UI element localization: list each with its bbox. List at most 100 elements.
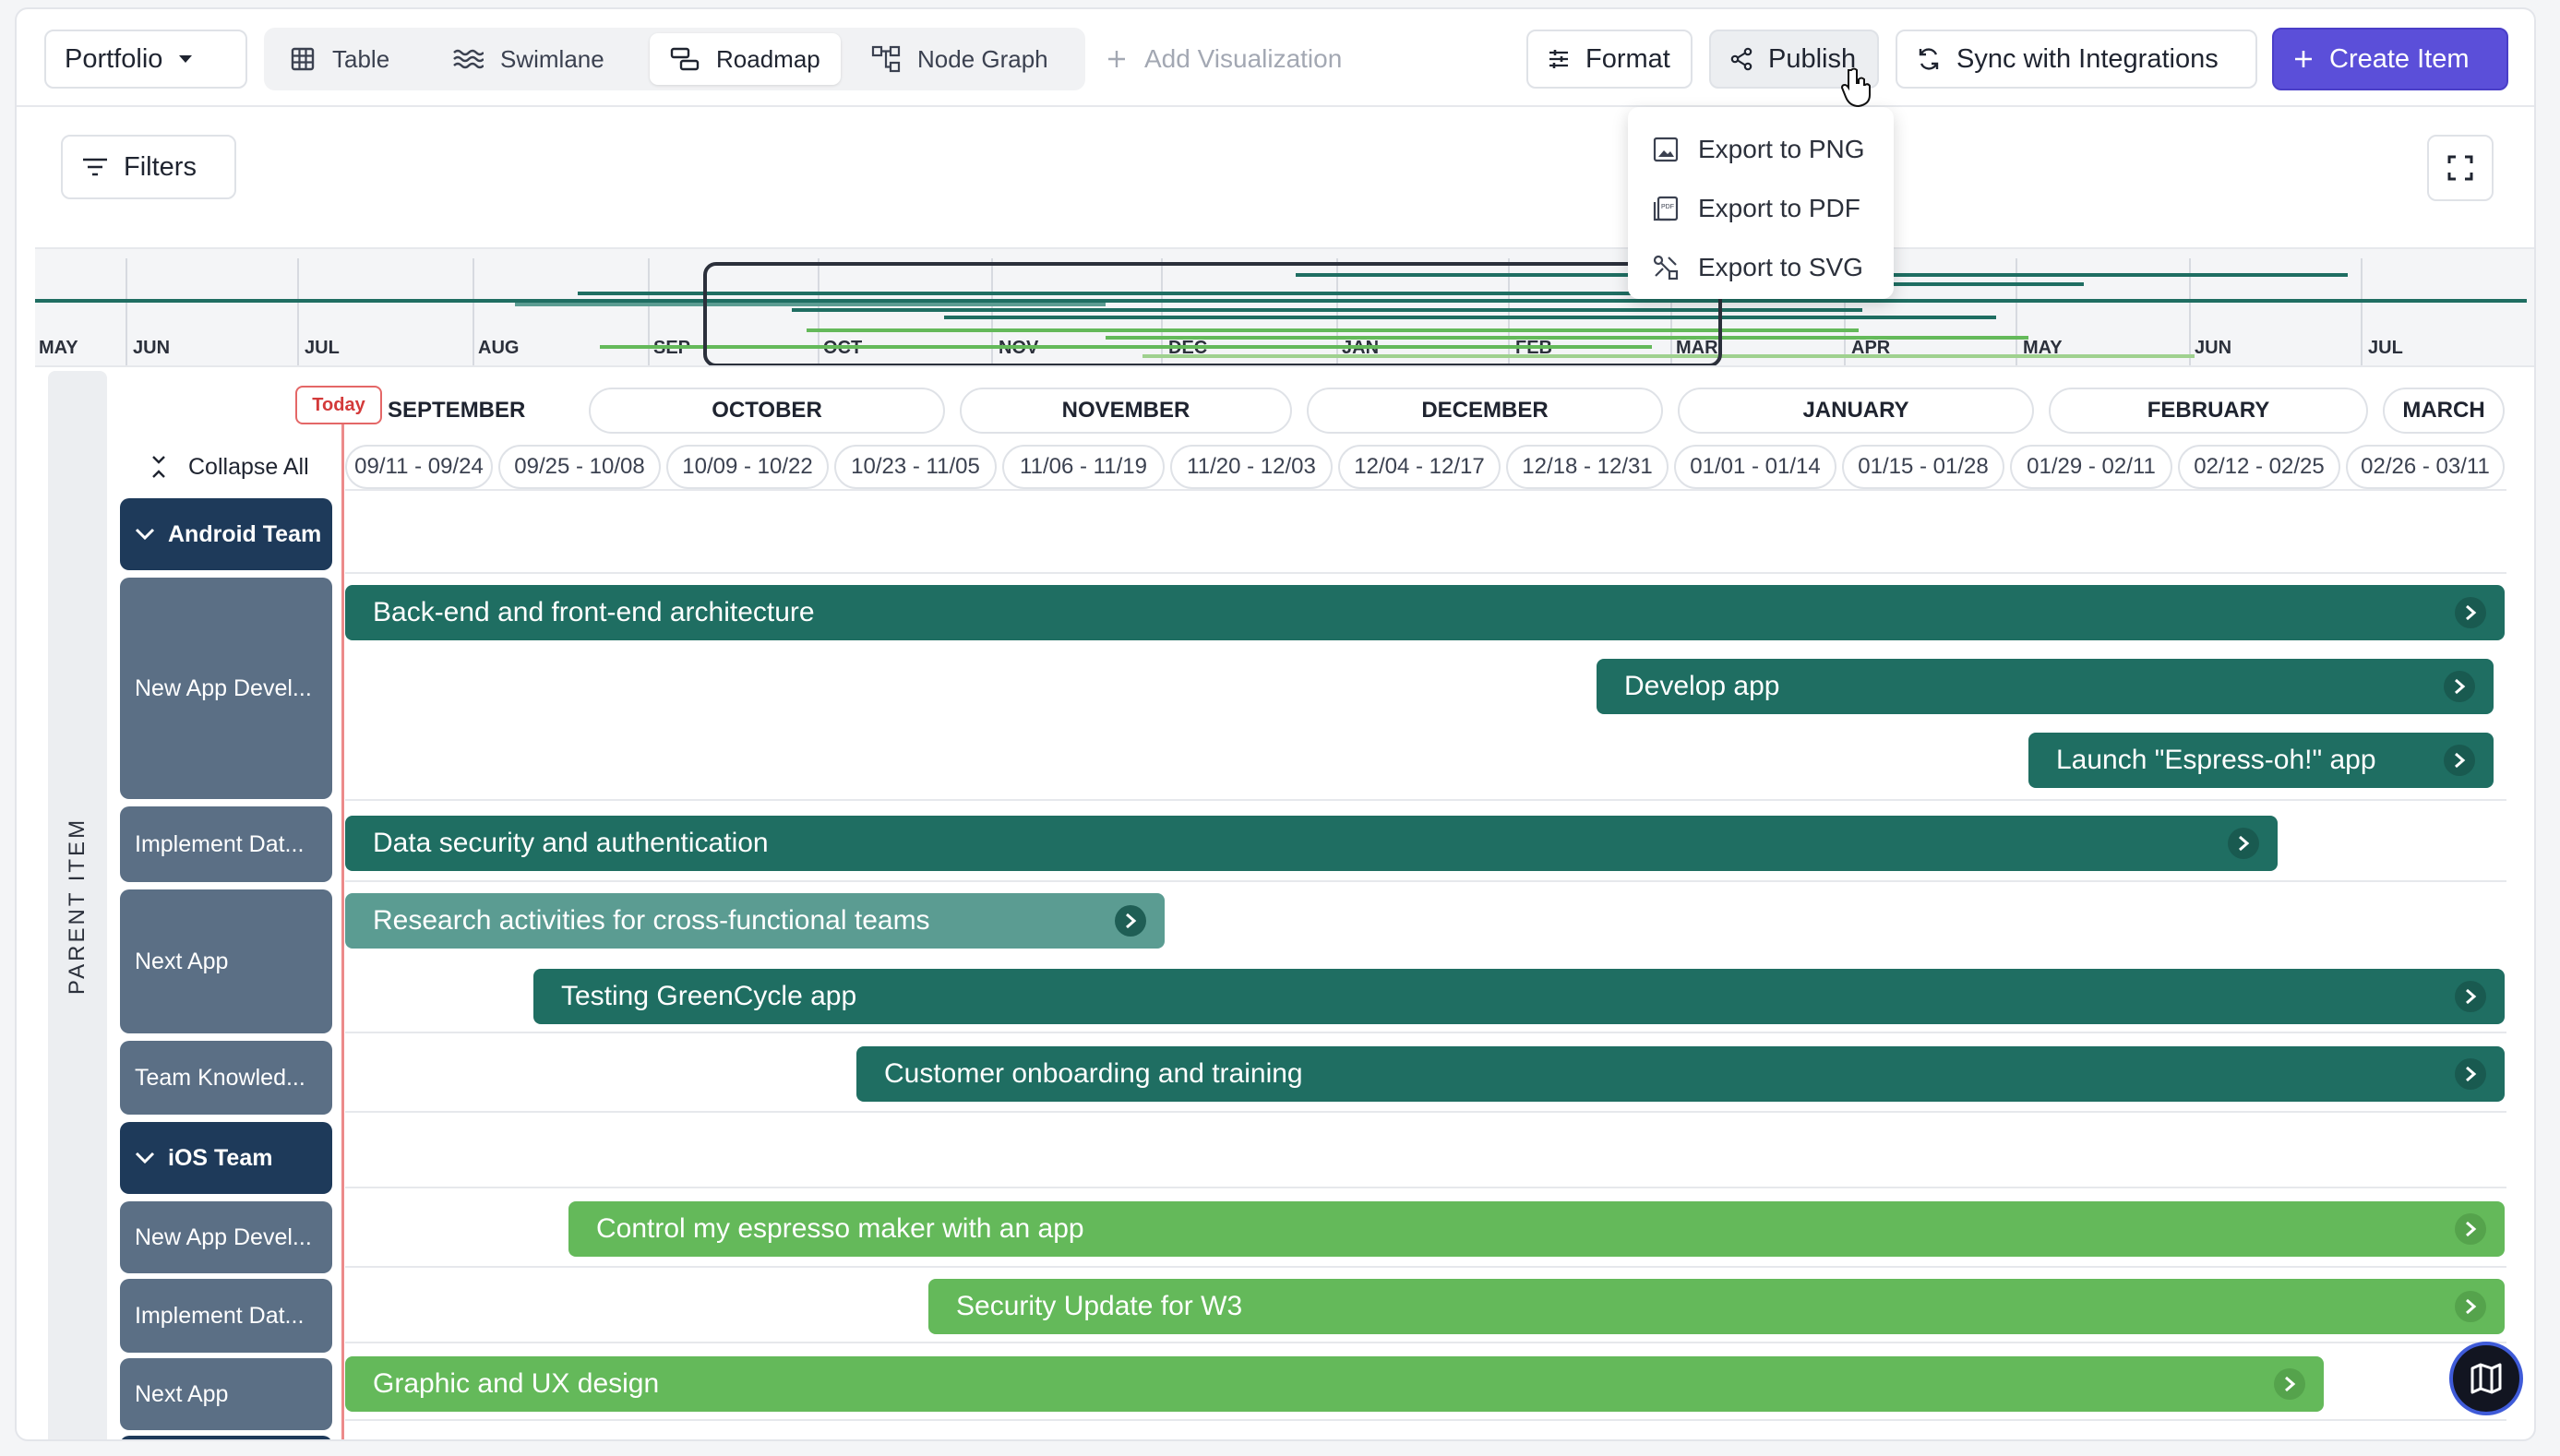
roadmap-bar[interactable]: Develop app [1597, 659, 2494, 714]
parent-item-row[interactable]: Implement Dat... [120, 1279, 332, 1353]
chevron-right-icon[interactable] [2455, 1213, 2486, 1245]
row-divider [345, 880, 2506, 882]
bar-label: Control my espresso maker with an app [596, 1213, 1084, 1244]
plus-icon [2295, 51, 2312, 67]
portfolio-dropdown[interactable]: Portfolio [44, 30, 247, 89]
tab-node-graph[interactable]: Node Graph [851, 33, 1069, 85]
image-icon [1653, 137, 1679, 162]
row-divider [345, 1187, 2506, 1188]
timeline-minimap[interactable]: MAY JUN JUL AUG SEP OCT NOV DEC JAN FEB … [35, 247, 2534, 367]
roadmap-icon [670, 47, 700, 71]
map-view-button[interactable] [2449, 1342, 2523, 1415]
publish-menu: Export to PNG PDF Export to PDF Export t… [1628, 107, 1894, 299]
chevron-right-icon[interactable] [1115, 905, 1146, 937]
date-range-pill: 10/23 - 11/05 [834, 445, 997, 489]
minimap-month: JUN [2195, 338, 2232, 358]
date-range-pill: 01/15 - 01/28 [1842, 445, 2004, 489]
month-header: DECEMBER [1307, 388, 1663, 434]
row-divider [345, 1419, 2506, 1421]
month-header: FEBRUARY [2049, 388, 2368, 434]
row-divider [345, 1111, 2506, 1113]
bar-label: Customer onboarding and training [884, 1058, 1303, 1089]
collapse-all-button[interactable]: Collapse All [150, 448, 309, 485]
vertical-scrollbar[interactable] [2534, 378, 2536, 1301]
roadmap-bar[interactable]: Data security and authentication [345, 816, 2278, 871]
minimap-tick [297, 258, 299, 365]
roadmap-bar[interactable]: Control my espresso maker with an app [568, 1201, 2505, 1257]
fullscreen-button[interactable] [2427, 135, 2494, 201]
date-range-pill: 09/25 - 10/08 [498, 445, 661, 489]
parent-item-row[interactable]: New App Devel... [120, 578, 332, 799]
vector-icon [1653, 255, 1679, 280]
chevron-right-icon[interactable] [2228, 828, 2259, 859]
sliders-icon [1549, 50, 1568, 68]
chevron-right-icon[interactable] [2444, 671, 2475, 702]
format-button[interactable]: Format [1526, 30, 1693, 89]
tab-swimlane[interactable]: Swimlane [432, 33, 625, 85]
row-divider [345, 1266, 2506, 1268]
chevron-down-icon [135, 528, 155, 541]
date-range-pill: 11/20 - 12/03 [1170, 445, 1333, 489]
parent-item-row[interactable]: Next App [120, 1358, 332, 1430]
tab-swimlane-label: Swimlane [500, 44, 604, 73]
today-line [341, 423, 344, 1439]
tab-table[interactable]: Table [269, 33, 410, 85]
add-visualization-button[interactable]: Add Visualization [1106, 33, 1342, 85]
export-pdf-item[interactable]: PDF Export to PDF [1628, 179, 1894, 238]
swimlane-icon [453, 49, 484, 69]
export-pdf-label: Export to PDF [1698, 194, 1860, 222]
toolbar-divider [245, 42, 247, 76]
roadmap-bar[interactable]: Customer onboarding and training [856, 1046, 2505, 1102]
month-header: SEPTEMBER [375, 388, 568, 434]
bar-label: Back-end and front-end architecture [373, 597, 815, 627]
export-png-item[interactable]: Export to PNG [1628, 120, 1894, 179]
minimap-month: JUL [305, 338, 340, 358]
export-svg-item[interactable]: Export to SVG [1628, 238, 1894, 297]
format-label: Format [1585, 43, 1670, 74]
minimap-viewport[interactable] [703, 262, 1722, 365]
minimap-tick [126, 258, 127, 365]
group-label: Android Team [168, 520, 322, 547]
roadmap-bar[interactable]: Testing GreenCycle app [533, 969, 2505, 1024]
chevron-right-icon[interactable] [2455, 981, 2486, 1012]
chevron-right-icon[interactable] [2274, 1368, 2305, 1400]
portfolio-label: Portfolio [65, 43, 163, 74]
minimap-tick [2361, 258, 2363, 365]
parent-item-sidebar: PARENT ITEM [48, 371, 107, 1439]
group-ios-team[interactable]: iOS Team [120, 1122, 332, 1194]
group-label: iOS Team [168, 1144, 273, 1171]
filters-label: Filters [124, 151, 197, 182]
chevron-right-icon[interactable] [2455, 597, 2486, 628]
date-range-pill: 02/12 - 02/25 [2178, 445, 2340, 489]
date-range-pill: 09/11 - 09/24 [345, 445, 493, 489]
parent-item-row[interactable]: New App Devel... [120, 1201, 332, 1273]
minimap-month: AUG [478, 338, 520, 358]
node-graph-icon [871, 45, 901, 73]
export-svg-label: Export to SVG [1698, 253, 1863, 281]
minimap-month: JUN [133, 338, 171, 358]
toolbar: Portfolio Table Swimlane Roadmap Node Gr… [17, 9, 2534, 107]
parent-item-row[interactable]: Implement Dat... [120, 806, 332, 882]
chevron-right-icon[interactable] [2455, 1058, 2486, 1090]
chevron-right-icon[interactable] [2455, 1291, 2486, 1322]
group-row-partial [120, 1436, 332, 1439]
tab-node-graph-label: Node Graph [917, 44, 1048, 73]
parent-item-row[interactable]: Next App [120, 889, 332, 1033]
roadmap-bar[interactable]: Graphic and UX design [345, 1356, 2324, 1412]
create-item-button[interactable]: Create Item [2272, 28, 2508, 90]
month-header: JANUARY [1678, 388, 2034, 434]
roadmap-bar[interactable]: Security Update for W3 [928, 1279, 2505, 1334]
filters-button[interactable]: Filters [61, 135, 236, 199]
sync-integrations-button[interactable]: Sync with Integrations [1896, 30, 2257, 89]
view-switcher: Table Swimlane Roadmap Node Graph [264, 28, 1085, 90]
date-range-pill: 10/09 - 10/22 [666, 445, 829, 489]
chevron-right-icon[interactable] [2444, 745, 2475, 776]
collapse-all-label: Collapse All [188, 453, 309, 480]
roadmap-bar[interactable]: Launch "Espress-oh!" app [2028, 733, 2494, 788]
tab-roadmap[interactable]: Roadmap [650, 33, 841, 85]
roadmap-bar[interactable]: Back-end and front-end architecture [345, 585, 2505, 640]
roadmap-bar[interactable]: Research activities for cross-functional… [345, 893, 1165, 949]
group-android-team[interactable]: Android Team [120, 498, 332, 570]
tab-roadmap-label: Roadmap [716, 44, 820, 73]
parent-item-row[interactable]: Team Knowled... [120, 1041, 332, 1115]
